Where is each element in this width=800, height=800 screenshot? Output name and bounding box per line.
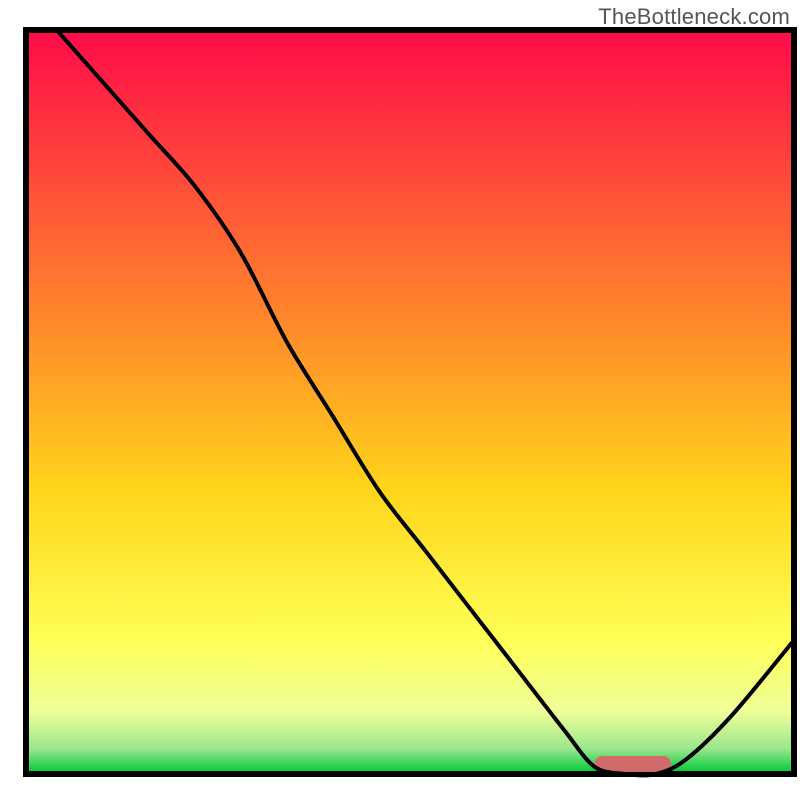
chart-container: TheBottleneck.com: [0, 0, 800, 800]
watermark-text: TheBottleneck.com: [598, 4, 790, 30]
chart-background: [29, 33, 791, 771]
optimal-marker: [594, 756, 671, 772]
chart-svg: [0, 0, 800, 800]
